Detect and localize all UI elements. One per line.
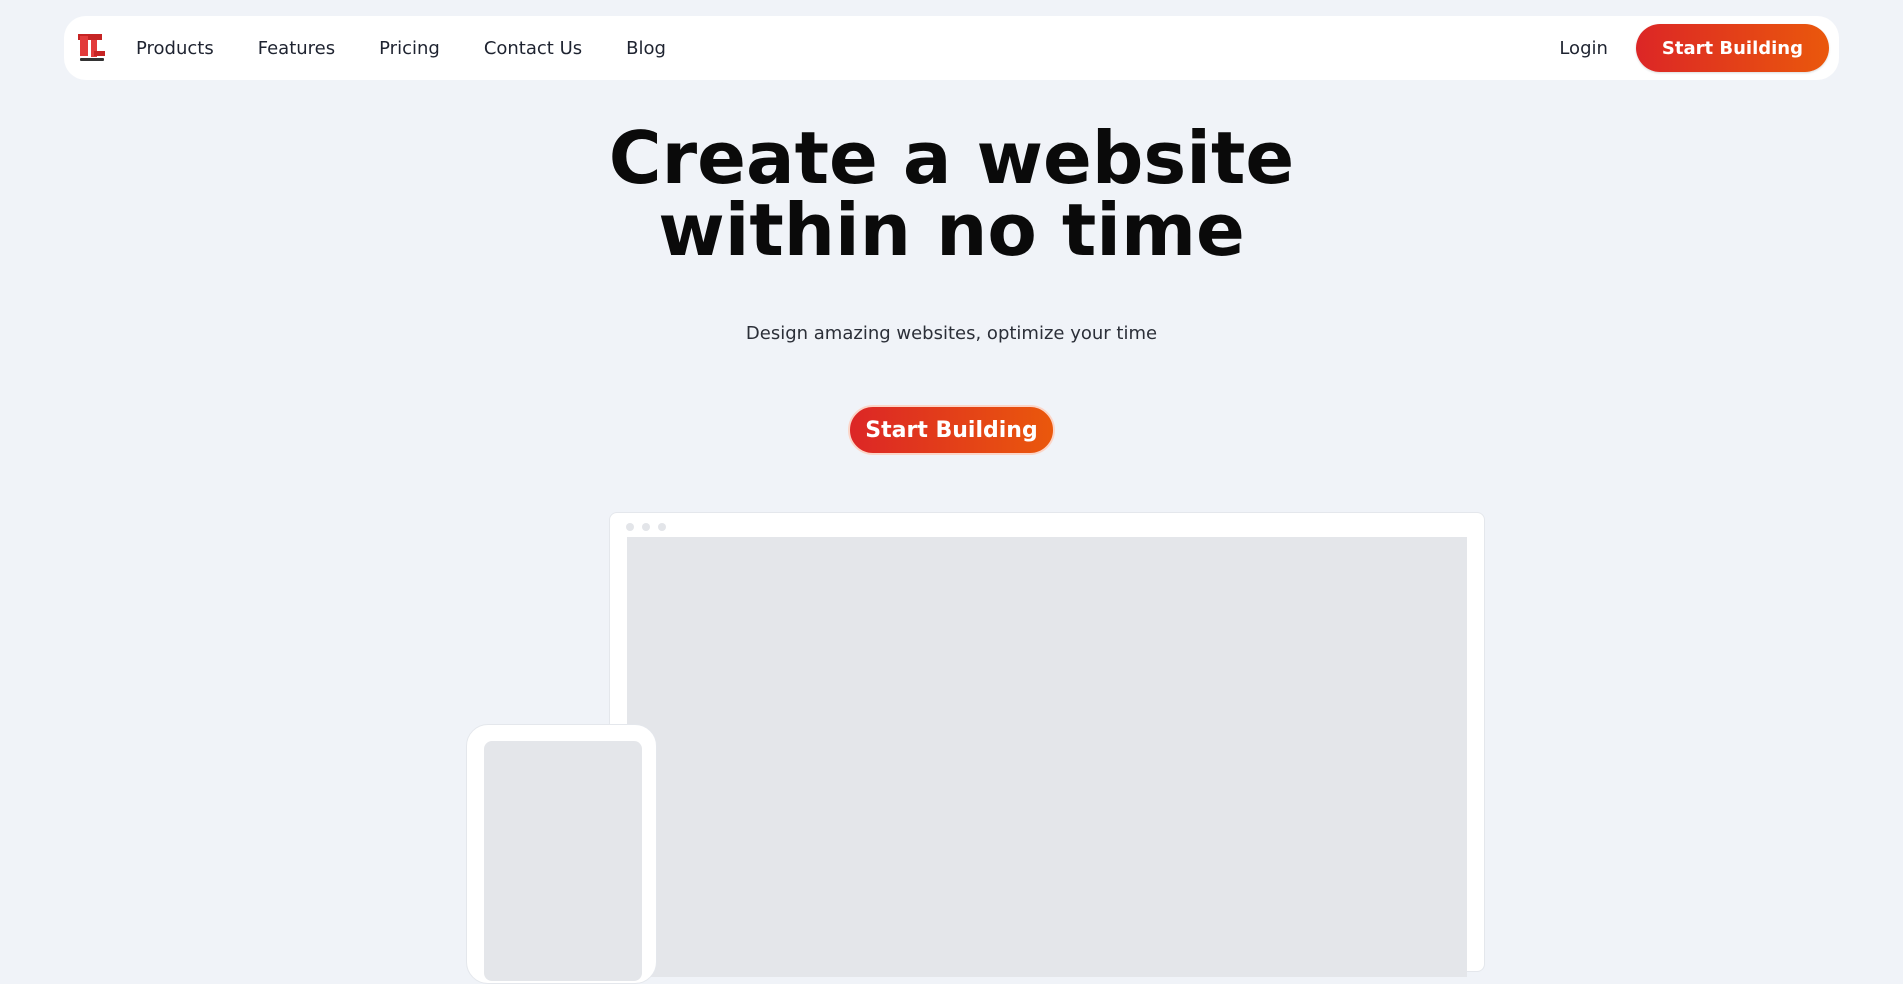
window-dot-icon xyxy=(642,523,650,531)
start-building-hero-button[interactable]: Start Building xyxy=(848,405,1055,455)
main-nav: Products Features Pricing Contact Us Blo… xyxy=(136,16,710,80)
nav-link-features[interactable]: Features xyxy=(258,38,335,59)
nav-link-products[interactable]: Products xyxy=(136,38,214,59)
window-dot-icon xyxy=(626,523,634,531)
browser-mockup xyxy=(609,512,1485,977)
brand-logo[interactable] xyxy=(77,32,107,64)
nav-link-blog[interactable]: Blog xyxy=(626,38,666,59)
nav-link-contact-us[interactable]: Contact Us xyxy=(484,38,582,59)
hero-title-line-2: within no time xyxy=(658,188,1245,272)
phone-screen-placeholder xyxy=(484,741,642,981)
browser-screen-placeholder xyxy=(627,537,1467,977)
top-navbar: Products Features Pricing Contact Us Blo… xyxy=(64,16,1839,80)
window-dots xyxy=(626,523,674,531)
hero-title-line-1: Create a website xyxy=(608,116,1295,200)
phone-mockup xyxy=(466,724,657,984)
nav-actions: Login Start Building xyxy=(1559,24,1829,72)
start-building-nav-button[interactable]: Start Building xyxy=(1635,24,1829,72)
nav-link-pricing[interactable]: Pricing xyxy=(379,38,440,59)
window-dot-icon xyxy=(658,523,666,531)
hero-subtitle: Design amazing websites, optimize your t… xyxy=(745,323,1158,344)
login-link[interactable]: Login xyxy=(1559,38,1608,59)
hero-title: Create a website within no time xyxy=(0,122,1903,266)
